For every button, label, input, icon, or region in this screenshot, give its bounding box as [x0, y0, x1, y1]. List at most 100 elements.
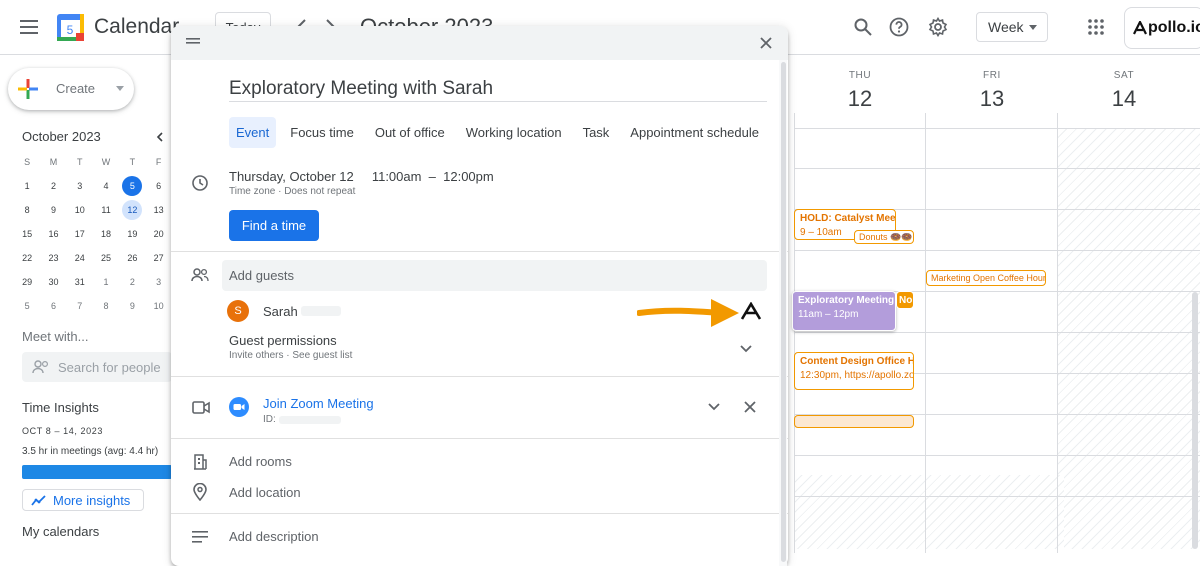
tab-event[interactable]: Event [229, 117, 277, 148]
search-icon[interactable] [850, 14, 876, 40]
mini-calendar-day-number: 2 [129, 277, 135, 287]
view-selector[interactable]: Week [976, 12, 1048, 42]
event-marketing-coffee-hour[interactable]: Marketing Open Coffee Hour [926, 270, 1046, 286]
page-scrollbar[interactable] [1192, 292, 1198, 549]
event-title: HOLD: Catalyst Meeting [800, 213, 896, 224]
my-calendars-title[interactable]: My calendars [22, 524, 99, 539]
mini-calendar-day[interactable]: 13 [145, 200, 171, 220]
event-date-time[interactable]: Thursday, October 12 11:00am – 12:00pm [229, 169, 494, 184]
mini-calendar-day[interactable]: 5 [119, 176, 145, 196]
apollo-logo-icon[interactable] [740, 302, 762, 320]
mini-calendar-day[interactable]: 25 [93, 248, 119, 268]
apollo-account-badge[interactable]: pollo.io [1124, 7, 1200, 49]
help-icon[interactable] [886, 14, 912, 40]
mini-calendar-day[interactable]: 7 [67, 296, 93, 316]
mini-calendar-day[interactable]: 12 [119, 200, 145, 220]
search-people-input[interactable]: Search for people [22, 352, 172, 382]
time-insights-progress-fill [22, 465, 172, 479]
day-header-fri[interactable]: FRI 13 [926, 70, 1058, 112]
more-insights-button[interactable]: More insights [22, 489, 144, 511]
chevron-down-icon[interactable] [735, 338, 757, 360]
guest-name[interactable]: Sarah [263, 304, 298, 319]
mini-calendar-day[interactable]: 20 [145, 224, 171, 244]
guest-permissions-title[interactable]: Guest permissions [229, 333, 337, 348]
main-menu-icon[interactable] [14, 12, 44, 42]
day-header-thu[interactable]: THU 12 [794, 70, 926, 112]
create-button[interactable]: Create [8, 68, 134, 110]
chevron-down-icon[interactable] [703, 396, 725, 418]
weekday-label: T [76, 157, 83, 167]
mini-calendar-day[interactable]: 1 [93, 272, 119, 292]
mini-calendar-day-number: 24 [74, 253, 85, 263]
tab-out-of-office[interactable]: Out of office [368, 117, 452, 148]
mini-calendar-day[interactable]: 15 [14, 224, 40, 244]
event-untitled-block[interactable] [794, 415, 914, 428]
zoom-meeting-id-label: ID: [263, 414, 276, 425]
add-location-input[interactable]: Add location [229, 485, 301, 500]
tab-focus-time[interactable]: Focus time [283, 117, 361, 148]
zoom-logo-icon [229, 397, 249, 417]
mini-calendar-day[interactable]: 6 [145, 176, 171, 196]
mini-calendar-day[interactable]: 2 [119, 272, 145, 292]
event-donuts[interactable]: Donuts 🍩🍩 [854, 230, 914, 244]
mini-calendar-day[interactable]: 17 [67, 224, 93, 244]
close-icon[interactable] [755, 32, 777, 54]
mini-calendar-day-number: 5 [24, 301, 30, 311]
event-content-design-office-hours[interactable]: Content Design Office Hours 12:30pm, htt… [794, 352, 914, 390]
guests-people-icon [191, 268, 209, 282]
add-description-input[interactable]: Add description [229, 529, 319, 544]
tab-working-location[interactable]: Working location [459, 117, 569, 148]
week-grid: THU 12 FRI 13 SAT 14 HOLD: Catalyst Meet… [788, 55, 1200, 553]
drag-handle-icon[interactable] [186, 38, 200, 44]
mini-calendar-day-number: 18 [101, 229, 112, 239]
mini-calendar-day[interactable]: 8 [93, 296, 119, 316]
event-title-field[interactable] [229, 76, 767, 102]
tab-appointment-schedule[interactable]: Appointment schedule [623, 117, 766, 148]
mini-calendar-day[interactable]: 1 [14, 176, 40, 196]
mini-calendar-day[interactable]: 3 [67, 176, 93, 196]
dialog-header-bar[interactable] [171, 26, 788, 60]
mini-calendar-day[interactable]: 8 [14, 200, 40, 220]
find-a-time-button[interactable]: Find a time [229, 210, 319, 241]
insights-trend-icon [31, 494, 47, 506]
mini-calendar-day[interactable]: 18 [93, 224, 119, 244]
add-guests-input[interactable]: Add guests [222, 260, 767, 291]
remove-conference-icon[interactable] [739, 396, 761, 418]
mini-calendar-day-number: 22 [22, 253, 33, 263]
mini-calendar-day[interactable]: 23 [40, 248, 66, 268]
mini-calendar-day[interactable]: 10 [145, 296, 171, 316]
settings-gear-icon[interactable] [925, 14, 951, 40]
dialog-scrollbar[interactable] [781, 62, 786, 562]
mini-calendar-day[interactable]: 29 [14, 272, 40, 292]
mini-calendar-day[interactable]: 22 [14, 248, 40, 268]
mini-calendar-day[interactable]: 10 [67, 200, 93, 220]
mini-calendar-day[interactable]: 2 [40, 176, 66, 196]
mini-calendar-day[interactable]: 3 [145, 272, 171, 292]
mini-calendar-day[interactable]: 5 [14, 296, 40, 316]
calendar-logo-icon[interactable]: 5 [57, 14, 84, 41]
day-header-sat[interactable]: SAT 14 [1058, 70, 1190, 112]
mini-calendar-day[interactable]: 4 [93, 176, 119, 196]
mini-calendar-day[interactable]: 9 [119, 296, 145, 316]
mini-calendar-day[interactable]: 9 [40, 200, 66, 220]
join-zoom-link[interactable]: Join Zoom Meeting [263, 396, 374, 411]
event-timezone-repeat[interactable]: Time zone · Does not repeat [229, 186, 355, 197]
mini-calendar-day[interactable]: 6 [40, 296, 66, 316]
guest-email-redacted [301, 306, 341, 316]
apps-grid-icon[interactable] [1085, 16, 1107, 38]
mini-calendar-day[interactable]: 30 [40, 272, 66, 292]
event-overlap-chip[interactable]: No [896, 291, 914, 309]
mini-calendar-day[interactable]: 24 [67, 248, 93, 268]
event-time: 12:30pm, https://apollo.zoom [800, 370, 914, 381]
annotation-arrow-icon [637, 296, 741, 330]
mini-calendar-day[interactable]: 31 [67, 272, 93, 292]
mini-calendar-day[interactable]: 11 [93, 200, 119, 220]
mini-calendar-day[interactable]: 16 [40, 224, 66, 244]
mini-calendar-day[interactable]: 27 [145, 248, 171, 268]
event-exploratory-meeting[interactable]: Exploratory Meeting 11am – 12pm [792, 291, 896, 331]
mini-calendar-day[interactable]: 19 [119, 224, 145, 244]
tab-task[interactable]: Task [576, 117, 617, 148]
mini-calendar-prev-icon[interactable] [150, 128, 168, 146]
mini-calendar-day[interactable]: 26 [119, 248, 145, 268]
add-rooms-button[interactable]: Add rooms [229, 454, 292, 469]
